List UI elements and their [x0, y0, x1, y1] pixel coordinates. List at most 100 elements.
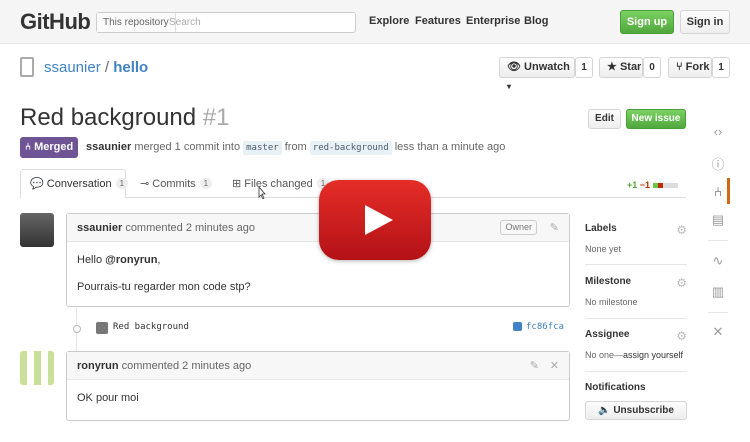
tab-conversation-count: 1 [115, 178, 129, 189]
pr-title: Red background #1 [20, 104, 230, 132]
unsubscribe-label: Unsubscribe [613, 405, 674, 416]
base-branch[interactable]: master [243, 141, 282, 155]
assignee-none: No one— [585, 350, 624, 360]
diff-icon: ⊞ [232, 178, 242, 190]
github-logo[interactable]: GitHub [20, 9, 91, 35]
fork-count[interactable]: 1 [712, 57, 730, 78]
graphs-icon[interactable]: ▥ [704, 284, 732, 310]
milestone-value: No milestone [585, 297, 638, 307]
user-mention[interactable]: @ronyrun [105, 254, 157, 266]
close-icon[interactable]: ✕ [550, 352, 559, 380]
notifications-section: Notifications [585, 382, 687, 393]
merged-badge: ⑃ Merged [20, 137, 78, 158]
repo-owner-link[interactable]: ssaunier [44, 59, 101, 76]
notifications-heading: Notifications [585, 382, 646, 393]
video-play-button[interactable] [319, 180, 431, 260]
assign-yourself-link[interactable]: assign yourself [623, 350, 683, 360]
fork-icon: ⑂ [676, 61, 683, 73]
nav-explore[interactable]: Explore [369, 15, 409, 27]
fork-button[interactable]: ⑂ Fork [668, 57, 712, 78]
comment-line: OK pour moi [77, 392, 139, 404]
labels-value: None yet [585, 244, 622, 254]
search-field[interactable]: This repository Search [96, 12, 356, 33]
comment-meta: commented 2 minutes ago [121, 360, 252, 372]
merge-text: merged 1 commit into [134, 141, 241, 153]
comment-line: Hello @ronyrun, [77, 254, 161, 266]
diffstat-additions: +1 [627, 180, 638, 190]
settings-icon[interactable]: ✕ [704, 324, 732, 350]
labels-section[interactable]: Labels ⚙ None yet [585, 223, 687, 254]
merge-icon: ⑃ [25, 142, 31, 153]
code-icon[interactable]: ‹› [704, 124, 732, 150]
comment-meta: commented 2 minutes ago [125, 222, 255, 234]
sidenav-divider [708, 312, 728, 313]
diffstat-deletions: −1 [639, 180, 651, 190]
sidebar-divider [585, 371, 687, 372]
unwatch-button[interactable]: 👁 Unwatch ▾ [499, 57, 575, 91]
tab-conversation[interactable]: 💬 Conversation 1 [30, 177, 129, 190]
star-icon: ★ [607, 61, 617, 73]
merge-time: less than a minute ago [394, 141, 506, 153]
comment-discussion-icon: 💬 [30, 178, 44, 190]
pencil-icon[interactable]: ✎ [550, 214, 559, 242]
sidenav-divider [708, 240, 728, 241]
pulse-icon[interactable]: ∿ [704, 253, 732, 279]
assignee-value: No one—assign yourself [585, 350, 687, 360]
commit-event: Red background fc86fca [70, 319, 570, 339]
chevron-down-icon: ▾ [507, 82, 512, 91]
watch-count[interactable]: 1 [575, 57, 593, 78]
mute-icon: 🔈 [598, 405, 611, 416]
repo-separator: / [104, 59, 110, 76]
pencil-icon[interactable]: ✎ [530, 352, 539, 380]
assignee-heading: Assignee [585, 329, 630, 340]
from-text: from [284, 141, 307, 153]
merge-author-link[interactable]: ssaunier [86, 141, 131, 153]
sidenav-active-indicator [727, 178, 730, 204]
search-scope: This repository [97, 13, 176, 32]
tab-files-changed[interactable]: ⊞ Files changed 1 [232, 177, 330, 190]
nav-enterprise[interactable]: Enterprise [466, 15, 520, 27]
commit-message[interactable]: Red background [113, 322, 189, 332]
merged-badge-label: Merged [34, 141, 74, 153]
avatar[interactable] [20, 213, 54, 247]
commit-icon: ⊸ [140, 178, 150, 190]
site-header: GitHub This repository Search Explore Fe… [0, 0, 750, 44]
tab-files-label: Files changed [244, 178, 313, 190]
star-count[interactable]: 0 [643, 57, 661, 78]
pr-number: #1 [202, 104, 230, 131]
issue-icon[interactable]: ⓘ [704, 154, 732, 180]
assignee-section[interactable]: Assignee ⚙ No one—assign yourself [585, 329, 687, 360]
comment-1: ssaunier commented 2 minutes ago Owner ✎… [66, 213, 570, 307]
star-label: Star [619, 61, 642, 73]
owner-badge: Owner [500, 220, 537, 235]
commit-node-icon [73, 325, 81, 333]
gear-icon[interactable]: ⚙ [676, 329, 687, 343]
nav-blog[interactable]: Blog [524, 15, 548, 27]
gear-icon[interactable]: ⚙ [676, 223, 687, 237]
comment-line: Pourrais-tu regarder mon code stp? [77, 281, 251, 293]
edit-button[interactable]: Edit [588, 109, 621, 129]
repo-icon [20, 57, 34, 77]
comment-author-link[interactable]: ssaunier [77, 222, 122, 234]
nav-features[interactable]: Features [415, 15, 461, 27]
new-issue-button[interactable]: New issue [626, 109, 686, 129]
avatar[interactable] [20, 351, 54, 385]
signin-button[interactable]: Sign in [680, 10, 730, 34]
head-branch[interactable]: red-background [309, 141, 392, 155]
repo-name-link[interactable]: hello [113, 59, 148, 76]
mouse-cursor-icon [258, 187, 266, 199]
comment-2: ronyrun commented 2 minutes ago ✎ ✕ OK p… [66, 351, 570, 421]
commit-sha[interactable]: fc86fca [526, 322, 564, 332]
comment-author-link[interactable]: ronyrun [77, 360, 119, 372]
sidebar-divider [585, 264, 687, 265]
gear-icon[interactable]: ⚙ [676, 276, 687, 290]
wiki-icon[interactable]: ▤ [704, 212, 732, 238]
star-button[interactable]: ★ Star [599, 57, 643, 78]
repo-title: ssaunier / hello [44, 59, 148, 76]
tab-conversation-label: Conversation [46, 178, 112, 190]
signup-button[interactable]: Sign up [620, 10, 674, 34]
tab-commits[interactable]: ⊸ Commits 1 [140, 177, 213, 190]
unsubscribe-button[interactable]: 🔈 Unsubscribe [585, 401, 687, 420]
tab-commits-label: Commits [152, 178, 196, 190]
milestone-section[interactable]: Milestone ⚙ No milestone [585, 276, 687, 307]
